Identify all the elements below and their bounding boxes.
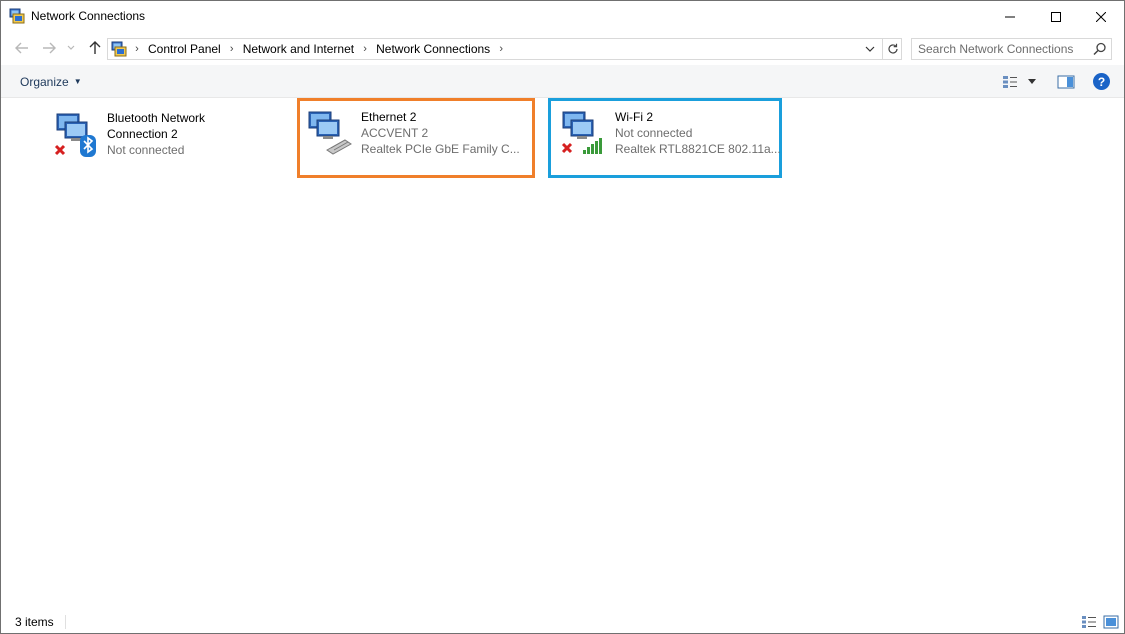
back-arrow-icon: [15, 42, 28, 54]
up-arrow-icon: [89, 41, 101, 54]
connection-name: Ethernet 2: [361, 110, 417, 124]
minimize-button[interactable]: [987, 1, 1033, 32]
connection-status: Not connected: [107, 143, 185, 157]
connection-status: Not connected: [615, 126, 693, 140]
network-computers-icon: [54, 113, 96, 157]
status-bar: 3 items: [1, 611, 1124, 633]
recent-locations-button[interactable]: [64, 39, 78, 57]
address-history-dropdown[interactable]: [862, 41, 878, 57]
connection-status: ACCVENT 2: [361, 126, 429, 140]
connection-device: Realtek PCIe GbE Family C...: [361, 142, 520, 156]
chevron-down-icon: [865, 46, 875, 52]
minimize-icon: [1005, 16, 1015, 17]
search-box[interactable]: [911, 38, 1112, 60]
command-bar: Organize ▼ ?: [1, 65, 1124, 98]
connection-text: Wi-Fi 2 Not connected Realtek RTL8821CE …: [615, 109, 785, 157]
status-divider: [65, 615, 66, 629]
connection-device: Realtek RTL8821CE 802.11a...: [615, 142, 781, 156]
caret-down-icon: [1028, 79, 1036, 84]
item-count: 3 items: [15, 615, 54, 629]
preview-pane-icon: [1057, 75, 1075, 89]
breadcrumb: › Control Panel › Network and Internet ›…: [130, 39, 508, 59]
caret-down-icon: ▼: [73, 77, 82, 86]
close-button[interactable]: [1078, 1, 1124, 32]
refresh-icon: [887, 43, 898, 54]
network-connections-window: Network Connections › Control Panel › Ne…: [0, 0, 1125, 634]
connection-name: Bluetooth Network: [107, 111, 206, 125]
large-icons-view-icon[interactable]: [1103, 615, 1119, 629]
close-icon: [1096, 11, 1106, 22]
forward-button[interactable]: [39, 39, 59, 57]
connection-text: Bluetooth Network Connection 2 Not conne…: [107, 110, 277, 158]
preview-pane-button[interactable]: [1057, 74, 1075, 90]
connection-item-ethernet[interactable]: Ethernet 2 ACCVENT 2 Realtek PCIe GbE Fa…: [297, 98, 535, 178]
connection-name: Wi-Fi 2: [615, 110, 653, 124]
title-bar[interactable]: Network Connections: [1, 1, 1124, 32]
breadcrumb-separator-icon[interactable]: ›: [130, 43, 144, 55]
breadcrumb-network-and-internet[interactable]: Network and Internet: [239, 42, 358, 56]
connection-text: Ethernet 2 ACCVENT 2 Realtek PCIe GbE Fa…: [361, 109, 531, 157]
details-view-icon[interactable]: [1081, 615, 1097, 629]
breadcrumb-separator-icon[interactable]: ›: [358, 43, 372, 55]
breadcrumb-control-panel[interactable]: Control Panel: [144, 42, 225, 56]
view-options-icon: [1003, 76, 1017, 88]
forward-arrow-icon: [43, 42, 56, 54]
chevron-down-icon: [67, 45, 75, 50]
search-icon[interactable]: [1093, 42, 1107, 56]
search-input[interactable]: [918, 41, 1088, 57]
help-button[interactable]: ?: [1093, 73, 1110, 90]
network-computers-icon: [308, 111, 352, 155]
maximize-button[interactable]: [1033, 1, 1079, 32]
connections-list: Bluetooth Network Connection 2 Not conne…: [1, 98, 1124, 611]
organize-label: Organize: [20, 74, 69, 89]
connection-item-bluetooth[interactable]: Bluetooth Network Connection 2 Not conne…: [47, 100, 283, 180]
up-button[interactable]: [85, 39, 105, 57]
address-bar[interactable]: › Control Panel › Network and Internet ›…: [107, 38, 902, 60]
breadcrumb-network-connections[interactable]: Network Connections: [372, 42, 494, 56]
change-view-button[interactable]: [1002, 74, 1042, 90]
organize-button[interactable]: Organize ▼: [12, 72, 90, 91]
connection-item-wifi[interactable]: Wi-Fi 2 Not connected Realtek RTL8821CE …: [548, 98, 782, 178]
network-computers-icon: [561, 111, 602, 154]
connection-name-continued: Connection 2: [107, 127, 178, 141]
network-connections-app-icon: [9, 8, 25, 24]
back-button[interactable]: [12, 39, 32, 57]
breadcrumb-separator-icon[interactable]: ›: [494, 43, 508, 55]
breadcrumb-separator-icon[interactable]: ›: [225, 43, 239, 55]
refresh-button[interactable]: [882, 39, 902, 59]
window-title: Network Connections: [31, 9, 146, 23]
network-connections-location-icon: [111, 41, 127, 57]
maximize-icon: [1051, 11, 1061, 22]
